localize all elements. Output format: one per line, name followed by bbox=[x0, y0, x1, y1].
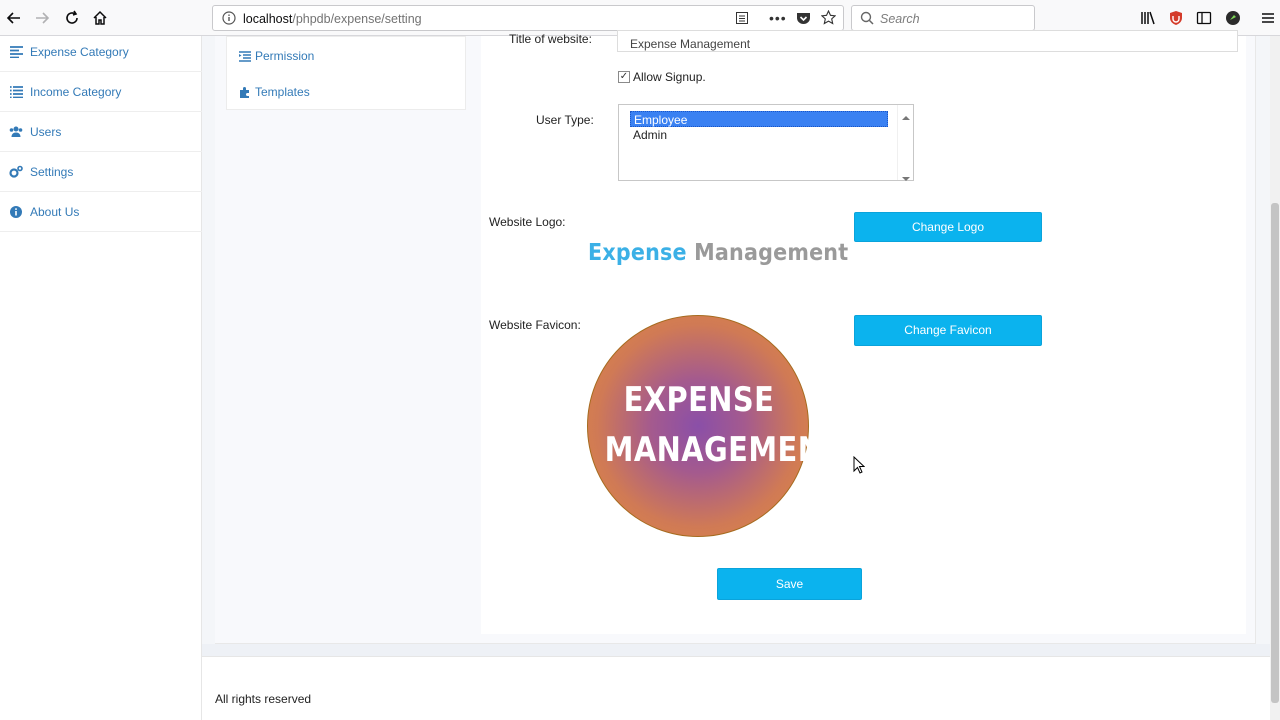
site-info-icon[interactable] bbox=[222, 11, 236, 28]
menu-hamburger-icon[interactable] bbox=[1258, 8, 1278, 28]
submenu-item-templates[interactable]: Templates bbox=[239, 85, 310, 99]
sidebar-item-expense-category[interactable]: Expense Category bbox=[0, 32, 202, 72]
logo-text-part1: Expense bbox=[588, 240, 687, 266]
sidebar-item-label: Users bbox=[30, 124, 62, 139]
submenu-item-label: Permission bbox=[255, 49, 315, 63]
page-actions-icon[interactable]: ••• bbox=[769, 10, 787, 26]
search-placeholder: Search bbox=[880, 12, 920, 26]
sidebar-item-settings[interactable]: Settings bbox=[0, 152, 202, 192]
website-logo-image: Expense Management bbox=[588, 240, 848, 266]
pocket-icon[interactable] bbox=[796, 11, 811, 28]
back-icon[interactable] bbox=[4, 8, 24, 28]
settings-submenu: Permission Templates bbox=[226, 36, 466, 110]
search-icon bbox=[860, 11, 874, 30]
allow-signup-label: Allow Signup. bbox=[633, 70, 706, 84]
website-favicon-label: Website Favicon: bbox=[489, 318, 581, 332]
sidebar-item-users[interactable]: Users bbox=[0, 112, 202, 152]
footer-text: All rights reserved bbox=[215, 692, 312, 706]
change-logo-button[interactable]: Change Logo bbox=[854, 212, 1042, 242]
align-left-icon bbox=[9, 45, 23, 59]
scroll-down-icon[interactable] bbox=[902, 169, 910, 187]
sidebar-toggle-icon[interactable] bbox=[1194, 8, 1214, 28]
cogs-icon bbox=[9, 165, 23, 179]
title-input[interactable]: Expense Management bbox=[617, 30, 1238, 52]
title-label: Title of website: bbox=[509, 32, 592, 46]
user-type-option-employee[interactable]: Employee bbox=[630, 111, 888, 127]
allow-signup-row: ✓ Allow Signup. bbox=[618, 70, 706, 84]
sidebar-item-about-us[interactable]: About Us bbox=[0, 192, 202, 232]
forward-icon[interactable] bbox=[32, 8, 52, 28]
change-favicon-button[interactable]: Change Favicon bbox=[854, 315, 1042, 346]
url-host: localhost bbox=[243, 12, 293, 26]
extension-icon[interactable] bbox=[1223, 8, 1243, 28]
ublock-shield-icon[interactable] bbox=[1166, 8, 1186, 28]
url-text: localhost/phpdb/expense/setting bbox=[243, 12, 422, 26]
page-scrollbar-thumb[interactable] bbox=[1271, 203, 1279, 703]
indent-icon bbox=[239, 50, 251, 62]
submenu-item-permission[interactable]: Permission bbox=[239, 49, 314, 63]
user-type-select[interactable]: Employee Admin bbox=[618, 104, 914, 181]
favicon-line1: EXPENSE bbox=[623, 380, 775, 420]
user-type-label: User Type: bbox=[536, 113, 594, 127]
url-bar[interactable]: localhost/phpdb/expense/setting ••• bbox=[212, 5, 844, 31]
home-icon[interactable] bbox=[90, 8, 110, 28]
sidebar-item-label: Income Category bbox=[30, 84, 122, 99]
scroll-up-icon[interactable] bbox=[902, 108, 910, 126]
allow-signup-checkbox[interactable]: ✓ bbox=[618, 71, 630, 83]
library-icon[interactable] bbox=[1138, 8, 1158, 28]
search-bar[interactable]: Search bbox=[851, 5, 1035, 31]
website-logo-label: Website Logo: bbox=[489, 215, 566, 229]
save-button[interactable]: Save bbox=[717, 568, 862, 600]
bookmark-star-icon[interactable] bbox=[820, 9, 837, 28]
sidebar-item-label: Settings bbox=[30, 164, 74, 179]
sidebar-item-label: About Us bbox=[30, 204, 80, 219]
left-sidebar: Expense Category Income Category Users S… bbox=[0, 36, 202, 720]
logo-text-part2: Management bbox=[694, 240, 849, 266]
users-icon bbox=[9, 125, 23, 139]
list-icon bbox=[9, 85, 23, 99]
website-favicon-image: EXPENSE MANAGEMENT bbox=[587, 315, 843, 537]
listbox-scrollbar[interactable] bbox=[897, 105, 913, 181]
footer bbox=[202, 656, 1270, 720]
puzzle-icon bbox=[239, 86, 251, 98]
favicon-line2: MANAGEMENT bbox=[604, 430, 843, 470]
url-path: /phpdb/expense/setting bbox=[292, 12, 422, 26]
reload-icon[interactable] bbox=[62, 8, 82, 28]
user-type-option-admin[interactable]: Admin bbox=[630, 127, 888, 143]
sidebar-item-income-category[interactable]: Income Category bbox=[0, 72, 202, 112]
submenu-item-label: Templates bbox=[255, 85, 310, 99]
mouse-cursor-icon bbox=[853, 455, 866, 479]
info-circle-icon bbox=[9, 205, 23, 219]
reader-view-icon[interactable] bbox=[735, 11, 749, 28]
sidebar-item-label: Expense Category bbox=[30, 44, 129, 59]
